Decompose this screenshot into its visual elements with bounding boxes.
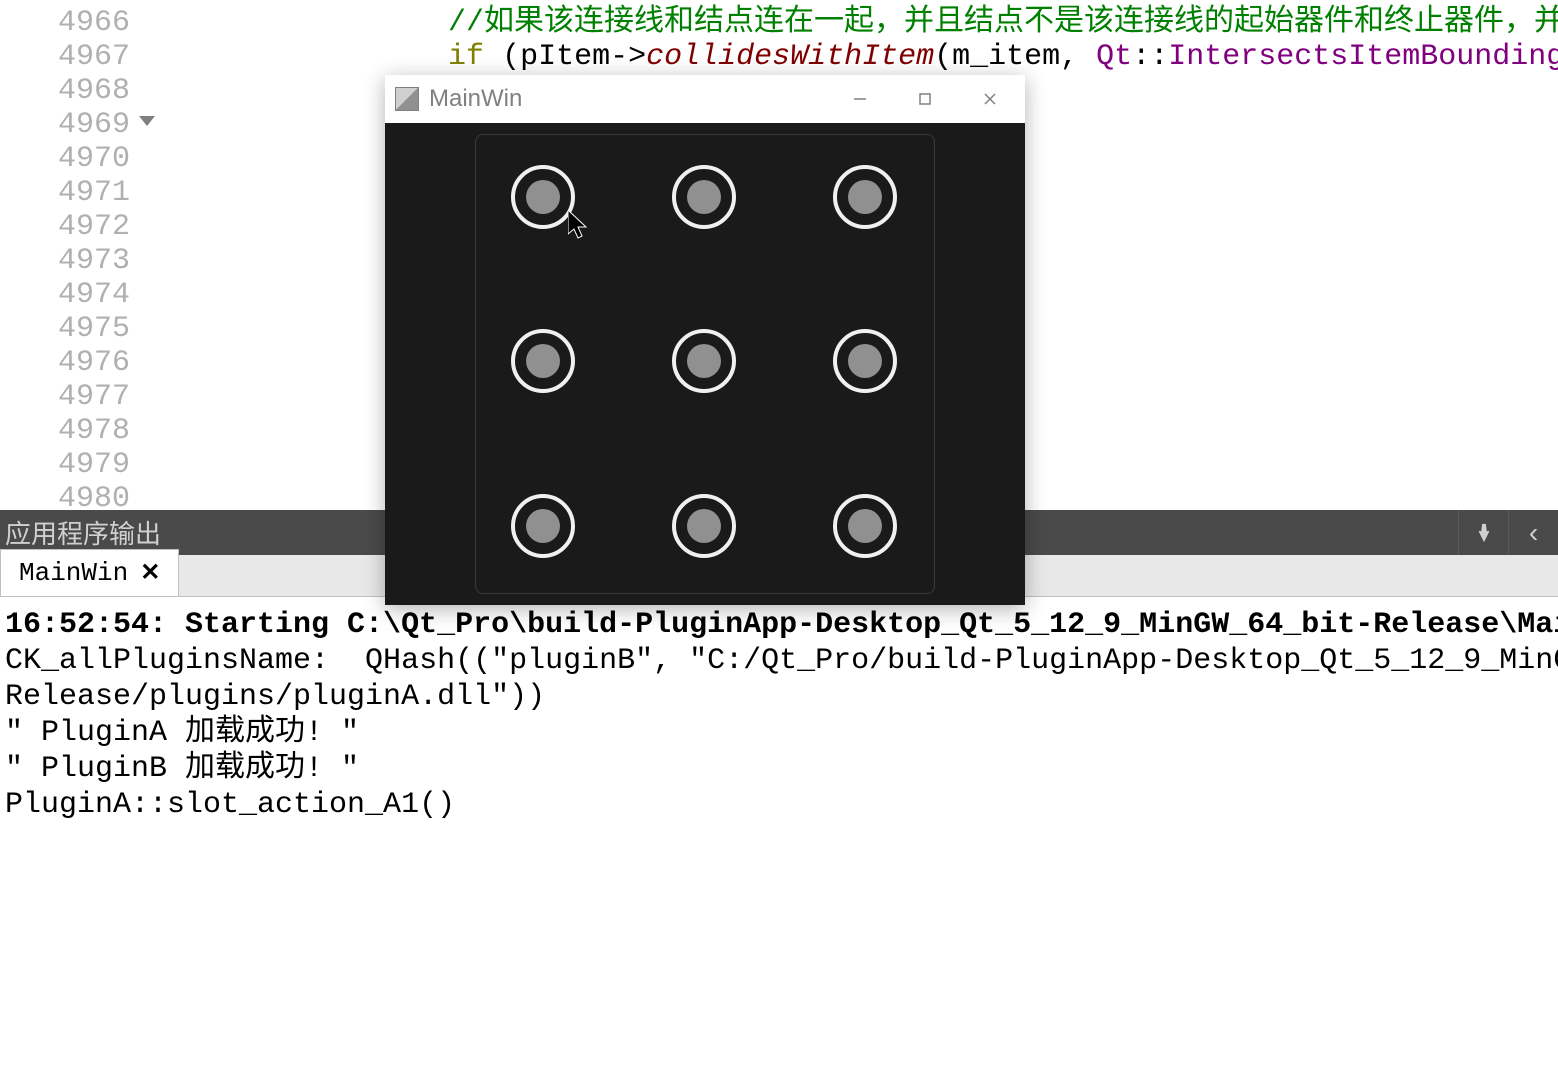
close-icon[interactable]: ✕ bbox=[140, 558, 160, 588]
line-number: 4979 bbox=[0, 448, 130, 482]
output-prev-button[interactable]: ‹ bbox=[1508, 510, 1558, 555]
maximize-button[interactable] bbox=[910, 84, 940, 114]
minimize-button[interactable] bbox=[845, 84, 875, 114]
code-line: if (pItem->collidesWithItem(m_item, Qt::… bbox=[160, 40, 1558, 74]
pattern-node-4[interactable] bbox=[511, 329, 575, 393]
fold-indicator-icon[interactable] bbox=[139, 116, 155, 126]
output-content[interactable]: 16:52:54: Starting C:\Qt_Pro\build-Plugi… bbox=[0, 597, 1558, 833]
close-button[interactable] bbox=[975, 84, 1005, 114]
pattern-node-3[interactable] bbox=[833, 165, 897, 229]
output-tab-mainwin[interactable]: MainWin ✕ bbox=[0, 549, 179, 596]
pattern-node-1[interactable] bbox=[511, 165, 575, 229]
line-number: 4976 bbox=[0, 346, 130, 380]
pattern-node-2[interactable] bbox=[672, 165, 736, 229]
pattern-node-inner bbox=[848, 509, 882, 543]
pattern-node-inner bbox=[687, 509, 721, 543]
window-controls bbox=[845, 84, 1015, 114]
line-number: 4971 bbox=[0, 176, 130, 210]
output-line: Release/plugins/pluginA.dll")) bbox=[5, 679, 1553, 715]
line-number: 4966 bbox=[0, 6, 130, 40]
line-number-gutter: 4966 4967 4968 4969 4970 4971 4972 4973 … bbox=[0, 0, 145, 510]
mainwin-titlebar[interactable]: MainWin bbox=[385, 75, 1025, 123]
app-icon bbox=[395, 87, 419, 111]
line-number: 4974 bbox=[0, 278, 130, 312]
line-number: 4973 bbox=[0, 244, 130, 278]
pattern-node-inner bbox=[526, 180, 560, 214]
pattern-node-7[interactable] bbox=[511, 494, 575, 558]
line-number: 4969 bbox=[0, 108, 130, 142]
pattern-node-inner bbox=[526, 344, 560, 378]
pattern-node-inner bbox=[687, 344, 721, 378]
pattern-node-5[interactable] bbox=[672, 329, 736, 393]
pattern-node-inner bbox=[848, 344, 882, 378]
output-line: " PluginA 加载成功! " bbox=[5, 715, 1553, 751]
line-number: 4977 bbox=[0, 380, 130, 414]
pattern-node-8[interactable] bbox=[672, 494, 736, 558]
pattern-node-6[interactable] bbox=[833, 329, 897, 393]
line-number: 4968 bbox=[0, 74, 130, 108]
output-tab-label: MainWin bbox=[19, 558, 128, 588]
window-title: MainWin bbox=[429, 85, 845, 113]
line-number: 4978 bbox=[0, 414, 130, 448]
line-number: 4970 bbox=[0, 142, 130, 176]
output-panel-title: 应用程序输出 bbox=[0, 514, 181, 551]
pattern-node-9[interactable] bbox=[833, 494, 897, 558]
pattern-node-inner bbox=[848, 180, 882, 214]
output-line: 16:52:54: Starting C:\Qt_Pro\build-Plugi… bbox=[5, 607, 1553, 643]
output-line: " PluginB 加载成功! " bbox=[5, 751, 1553, 787]
output-line: PluginA::slot_action_A1() bbox=[5, 787, 1553, 823]
pattern-lock-grid[interactable] bbox=[475, 134, 935, 594]
line-number: 4967 bbox=[0, 40, 130, 74]
line-number: 4975 bbox=[0, 312, 130, 346]
pattern-node-inner bbox=[526, 509, 560, 543]
mainwin-window: MainWin bbox=[385, 75, 1025, 605]
mainwin-body bbox=[385, 123, 1025, 605]
line-number: 4972 bbox=[0, 210, 130, 244]
code-line: //如果该连接线和结点连在一起，并且结点不是该连接线的起始器件和终止器件，并且连… bbox=[160, 6, 1558, 40]
pattern-node-inner bbox=[687, 180, 721, 214]
output-filter-button[interactable] bbox=[1458, 510, 1508, 555]
output-line: CK_allPluginsName: QHash(("pluginB", "C:… bbox=[5, 643, 1553, 679]
